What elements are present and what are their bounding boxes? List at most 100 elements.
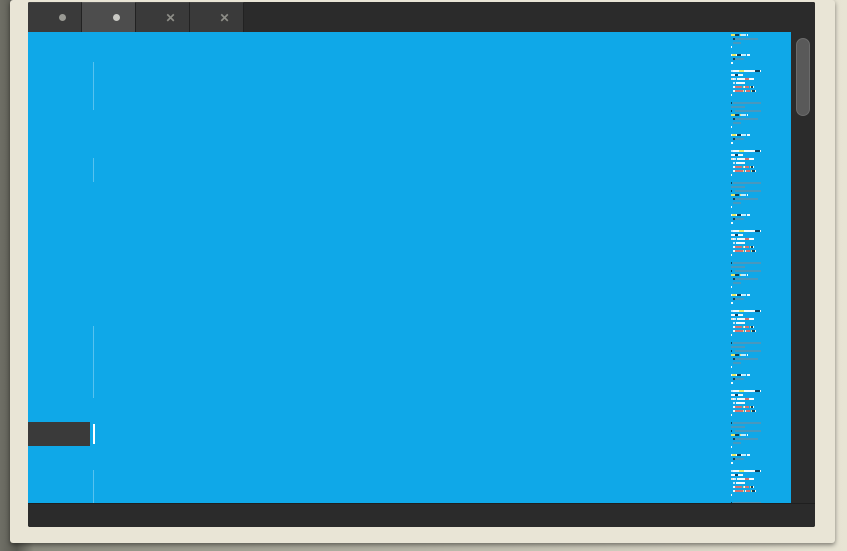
minimap-line-segment <box>744 150 756 152</box>
code-line[interactable] <box>90 422 729 446</box>
minimap-line-segment <box>733 198 735 200</box>
code-line[interactable] <box>90 302 729 326</box>
code-line[interactable] <box>90 470 729 494</box>
minimap-line-segment <box>745 406 749 408</box>
code-line[interactable] <box>90 350 729 374</box>
minimap-line-segment <box>737 78 739 80</box>
minimap-line-segment <box>731 446 733 448</box>
minimap-line-segment <box>731 46 733 48</box>
code-line[interactable] <box>90 182 729 206</box>
minimap-line-segment <box>734 170 739 172</box>
minimap-line-segment <box>731 214 733 216</box>
minimap-line-segment <box>738 330 743 332</box>
minimap-line-segment <box>745 170 751 172</box>
code-line[interactable] <box>90 62 729 86</box>
minimap-line-segment <box>741 454 747 456</box>
code-content[interactable] <box>90 32 729 503</box>
code-line[interactable] <box>90 326 729 350</box>
minimap-line-segment <box>744 166 746 168</box>
code-line[interactable] <box>90 134 729 158</box>
code-line[interactable] <box>90 38 729 62</box>
minimap-line-segment <box>738 250 743 252</box>
minimap-line-segment <box>739 390 744 392</box>
minimap-line-segment <box>748 398 754 400</box>
code-line[interactable] <box>90 374 729 398</box>
minimap-line-segment <box>744 390 756 392</box>
minimap-line-segment <box>733 398 735 400</box>
code-line[interactable] <box>90 86 729 110</box>
minimap-line-segment <box>733 118 735 120</box>
minimap-line-segment <box>734 410 739 412</box>
minimap-line-segment <box>731 302 733 304</box>
minimap-line-segment <box>734 78 736 80</box>
minimap-line-segment <box>739 470 744 472</box>
minimap-line-segment <box>731 390 733 392</box>
minimap-line-segment <box>732 422 761 424</box>
minimap-line-segment <box>744 90 746 92</box>
minimap-line-segment <box>753 486 754 488</box>
minimap-line-segment <box>736 134 741 136</box>
minimap-line-segment <box>735 298 744 300</box>
minimap-line-segment <box>744 310 756 312</box>
unsaved-changes-dot-icon[interactable] <box>56 11 69 24</box>
minimap-line-segment <box>735 190 762 192</box>
editor-area[interactable] <box>28 32 815 503</box>
tab-mases-js[interactable] <box>82 2 136 32</box>
minimap-line-segment <box>748 238 754 240</box>
minimap-line-segment <box>734 486 739 488</box>
minimap-line-segment <box>733 166 735 168</box>
minimap-line-segment <box>731 110 733 112</box>
code-line[interactable] <box>90 230 729 254</box>
minimap-line-segment <box>736 238 738 240</box>
minimap-line-segment <box>735 198 758 200</box>
minimap-line-segment <box>744 250 746 252</box>
minimap-line-segment <box>747 294 750 296</box>
code-line[interactable] <box>90 278 729 302</box>
minimap-line-segment <box>746 194 749 196</box>
code-line[interactable] <box>90 254 729 278</box>
minimap-line-segment <box>736 374 741 376</box>
tab-bar-empty-area <box>244 2 815 32</box>
minimap-line-segment <box>740 194 746 196</box>
minimap-line-segment <box>738 170 743 172</box>
minimap-line-segment <box>732 102 761 104</box>
line-number-6 <box>28 182 90 206</box>
vertical-scrollbar-thumb[interactable] <box>796 38 810 116</box>
tab-mases-css[interactable]: ✕ <box>190 2 244 32</box>
code-line[interactable] <box>90 446 729 470</box>
minimap-line-segment <box>755 310 761 312</box>
minimap-line-segment <box>733 78 735 80</box>
minimap-line-segment <box>732 374 736 376</box>
line-number-11 <box>28 302 90 326</box>
minimap-line-segment <box>752 410 755 412</box>
minimap-line-segment <box>750 166 754 168</box>
minimap-line-segment <box>744 170 746 172</box>
code-line[interactable] <box>90 110 729 134</box>
code-line[interactable] <box>90 494 729 503</box>
vertical-scrollbar-track[interactable] <box>791 32 815 503</box>
tab-mases-html[interactable] <box>28 2 82 32</box>
minimap-line-segment <box>743 250 744 252</box>
minimap-line-segment <box>735 474 738 476</box>
unsaved-changes-dot-icon[interactable] <box>110 11 123 24</box>
minimap-line-segment <box>731 154 736 156</box>
minimap-line-segment <box>750 90 752 92</box>
minimap-line-segment <box>741 134 747 136</box>
minimap-line-segment <box>731 114 735 116</box>
code-line[interactable] <box>90 158 729 182</box>
minimap-line-segment <box>744 406 746 408</box>
minimap[interactable] <box>729 32 791 503</box>
minimap-line-segment <box>733 158 735 160</box>
close-icon[interactable]: ✕ <box>164 11 177 24</box>
minimap-line-segment <box>733 402 736 404</box>
code-line[interactable] <box>90 398 729 422</box>
line-number-7 <box>28 206 90 230</box>
code-line[interactable] <box>90 206 729 230</box>
minimap-line-segment <box>739 354 741 356</box>
minimap-line-segment <box>732 134 736 136</box>
minimap-line-segment <box>749 486 751 488</box>
tab-preferences-sublime-settings[interactable]: ✕ <box>136 2 190 32</box>
minimap-line-segment <box>733 310 740 312</box>
close-icon[interactable]: ✕ <box>218 11 231 24</box>
line-number-13 <box>28 350 90 374</box>
